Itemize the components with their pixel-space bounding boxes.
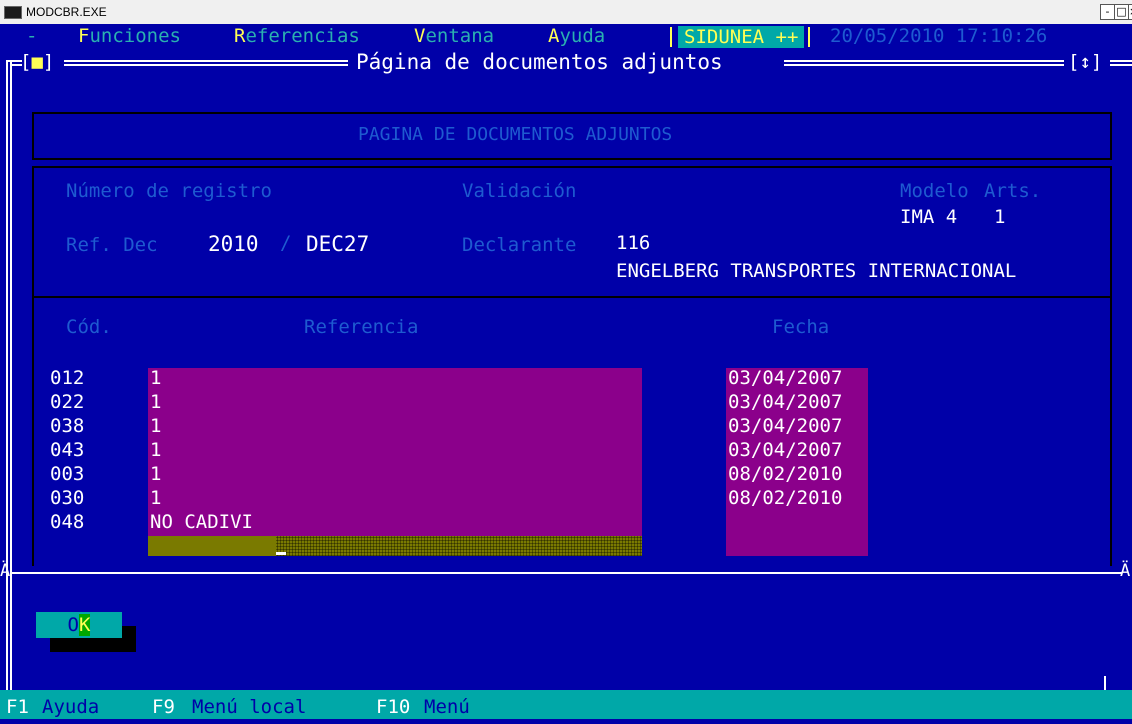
page-heading: PAGINA DE DOCUMENTOS ADJUNTOS: [358, 124, 673, 145]
ok-hotkey: K: [79, 614, 91, 636]
window-titlebar: MODCBR.EXE - □ ×: [0, 0, 1132, 24]
close-block-icon: ■: [31, 51, 43, 73]
row-referencia[interactable]: 1: [150, 414, 640, 438]
label-arts: Arts.: [984, 180, 1042, 202]
arts-value: 1: [994, 206, 1006, 228]
separator-left-glyph: Ä: [0, 561, 11, 581]
ok-button[interactable]: OK: [36, 612, 122, 638]
system-menu[interactable]: -: [26, 24, 37, 49]
row-referencia[interactable]: 1: [150, 462, 640, 486]
row-referencia[interactable]: 1: [150, 486, 640, 510]
fecha-column: 03/04/2007 03/04/2007 03/04/2007 03/04/2…: [728, 366, 868, 510]
divider: [32, 166, 1112, 168]
row-fecha[interactable]: 03/04/2007: [728, 438, 868, 462]
ref-dec-slash: /: [280, 232, 292, 254]
resize-arrows-icon: [↕]: [1068, 51, 1103, 73]
separator-line: [12, 572, 1122, 574]
declarante-name: ENGELBERG TRANSPORTES INTERNACIONAL: [616, 260, 1017, 282]
label-declarante: Declarante: [462, 234, 577, 256]
status-bar: F1 Ayuda F9 Menú local F10 Menú: [0, 690, 1132, 719]
frame-border-left: [6, 60, 8, 708]
console-icon: [4, 6, 22, 19]
label-validacion: Validación: [462, 180, 577, 202]
row-fecha[interactable]: 03/04/2007: [728, 390, 868, 414]
frame-border-top: [784, 60, 1064, 62]
close-button[interactable]: ×: [1128, 4, 1132, 20]
column-header-cod: Cód.: [66, 316, 112, 338]
ref-dec-number: DEC27: [306, 232, 370, 256]
label-modelo: Modelo: [900, 180, 969, 202]
declarante-code: 116: [616, 232, 651, 254]
column-header-fecha: Fecha: [772, 316, 830, 338]
referencia-column: 1 1 1 1 1 1 NO CADIVI: [150, 366, 640, 534]
frame-resize-control[interactable]: [↕]: [1068, 51, 1102, 73]
menu-funciones[interactable]: Funciones: [78, 24, 181, 49]
column-header-referencia: Referencia: [304, 316, 419, 338]
maximize-button[interactable]: □: [1114, 4, 1129, 20]
label-numero-registro: Número de registro: [66, 180, 272, 202]
label-ref-dec: Ref. Dec: [66, 234, 158, 256]
active-field-text-bg: [148, 536, 276, 556]
row-referencia[interactable]: 1: [150, 390, 640, 414]
minimize-button[interactable]: -: [1100, 4, 1115, 20]
frame-close-control[interactable]: [■]: [20, 51, 54, 73]
ref-dec-year: 2010: [208, 232, 259, 256]
menu-ventana[interactable]: Ventana: [414, 24, 494, 49]
row-fecha[interactable]: 03/04/2007: [728, 414, 868, 438]
row-referencia[interactable]: 1: [150, 366, 640, 390]
divider: [1110, 166, 1112, 566]
frame-border-top: [784, 64, 1064, 66]
frame-border-top: [1110, 60, 1132, 62]
separator-right-glyph: Ä: [1120, 561, 1131, 581]
frame-border-top: [64, 64, 348, 66]
frame-border-left: [10, 60, 12, 708]
menu-separator: [670, 27, 672, 47]
row-referencia[interactable]: 1: [150, 438, 640, 462]
menu-bar: - Funciones Referencias Ventana Ayuda SI…: [0, 24, 1132, 49]
row-fecha[interactable]: 08/02/2010: [728, 462, 868, 486]
frame-title: Página de documentos adjuntos: [356, 50, 723, 74]
divider: [32, 166, 34, 566]
menu-referencias[interactable]: Referencias: [234, 24, 360, 49]
menu-ayuda[interactable]: Ayuda: [548, 24, 605, 49]
modelo-value: IMA 4: [900, 206, 958, 228]
app-name-badge: SIDUNEA ++: [678, 26, 805, 48]
divider: [32, 296, 1112, 298]
date-time: 20/05/2010 17:10:26: [830, 25, 1048, 47]
frame-border-top: [1110, 64, 1132, 66]
frame-border-top: [64, 60, 348, 62]
row-fecha[interactable]: 08/02/2010: [728, 486, 868, 510]
window-title: MODCBR.EXE: [26, 5, 107, 19]
text-cursor: [276, 552, 286, 555]
row-referencia[interactable]: NO CADIVI: [150, 510, 640, 534]
row-fecha[interactable]: 03/04/2007: [728, 366, 868, 390]
menu-separator: [808, 27, 810, 47]
